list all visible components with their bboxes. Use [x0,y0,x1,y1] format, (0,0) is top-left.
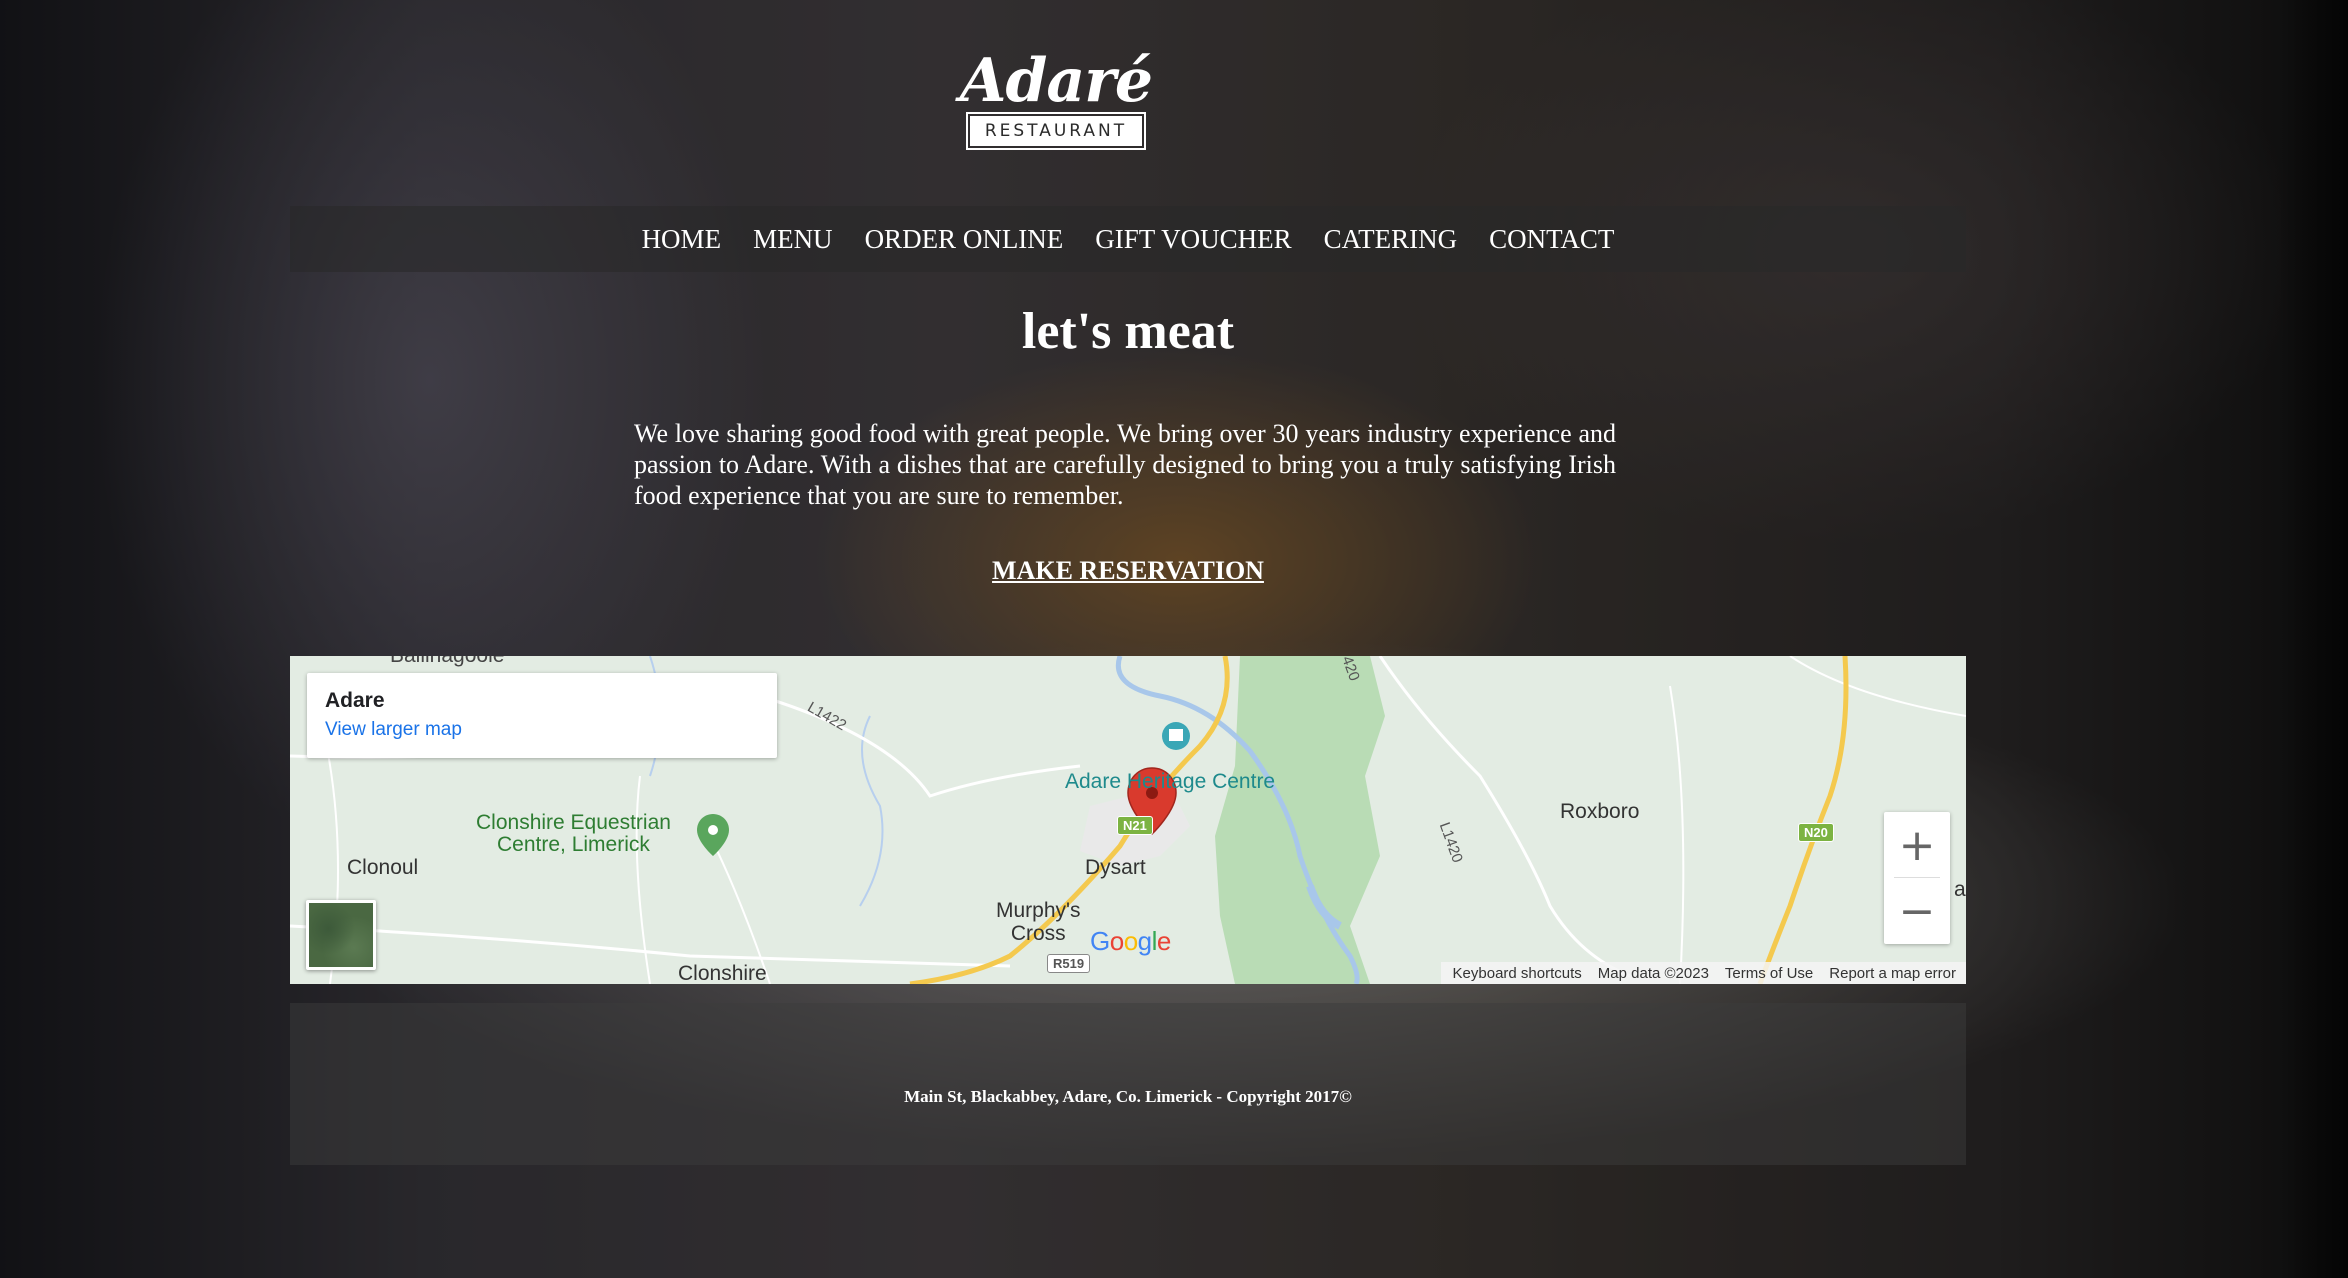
footer-address-copyright: Main St, Blackabbey, Adare, Co. Limerick… [904,1087,1352,1106]
map-label-heritage-centre[interactable]: Adare Heritage Centre [1065,770,1275,794]
satellite-toggle-thumbnail[interactable] [306,900,376,970]
road-shield-n21: N21 [1117,816,1153,835]
map-label-clonshire: Clonshire [678,962,767,984]
nav-catering[interactable]: CATERING [1324,224,1458,255]
logo-subtitle: RESTAURANT [965,112,1147,150]
map-label-murphys-line1: Murphy's [996,899,1081,922]
map-label-equestrian-line2: Centre, Limerick [497,833,650,856]
nav-home[interactable]: HOME [642,224,722,255]
map-attribution-bar: Keyboard shortcuts Map data ©2023 Terms … [1440,962,1966,984]
map-place-card: Adare View larger map [307,673,777,758]
report-map-error-link[interactable]: Report a map error [1823,965,1966,982]
map-label-roxboro: Roxboro [1560,800,1640,823]
google-logo: Google [1090,926,1171,957]
road-shield-n20: N20 [1798,823,1834,842]
google-logo-letter: o [1123,926,1138,956]
map-label-equestrian-centre[interactable]: Clonshire Equestrian Centre, Limerick [476,812,671,856]
map-label-equestrian-line1: Clonshire Equestrian [476,811,671,834]
keyboard-shortcuts-link[interactable]: Keyboard shortcuts [1447,965,1592,982]
restaurant-logo[interactable]: Adaré RESTAURANT [945,46,1167,150]
google-logo-letter: G [1090,926,1110,956]
site-footer: Main St, Blackabbey, Adare, Co. Limerick… [290,1003,1966,1165]
terms-of-use-link[interactable]: Terms of Use [1719,965,1823,982]
nav-menu[interactable]: MENU [753,224,833,255]
map-label-clonoul: Clonoul [347,856,419,879]
nav-order-online[interactable]: ORDER ONLINE [865,224,1064,255]
nav-contact[interactable]: CONTACT [1489,224,1614,255]
background-edge-shade [2278,0,2348,1278]
map-label-murphys-line2: Cross [1010,922,1066,945]
page-headline: let's meat [1021,303,1235,360]
main-nav: HOME MENU ORDER ONLINE GIFT VOUCHER CATE… [290,206,1966,272]
map-place-title: Adare [325,689,385,712]
map-label-right-partial: a [1954,878,1966,901]
google-logo-letter: e [1156,926,1171,956]
google-logo-letter: g [1137,926,1152,956]
logo-script-text: Adaré [959,46,1153,116]
view-larger-map-link[interactable]: View larger map [325,719,462,741]
zoom-out-button[interactable]: − [1884,878,1950,944]
nav-gift-voucher[interactable]: GIFT VOUCHER [1095,224,1291,255]
map-label-top-partial: Ballinagoole [390,656,504,668]
embedded-map[interactable]: Ballinagoole Adare View larger map L1422… [290,656,1966,984]
road-shield-r519: R519 [1047,954,1091,973]
map-zoom-controls: + − [1884,812,1950,944]
make-reservation-link[interactable]: MAKE RESERVATION [0,556,2256,586]
intro-paragraph: We love sharing good food with great peo… [634,419,1616,510]
map-data-credit: Map data ©2023 [1597,964,1709,982]
google-logo-letter: o [1109,926,1124,956]
map-label-dysart: Dysart [1085,856,1146,879]
map-label-murphys-cross: Murphy's Cross [996,899,1081,945]
zoom-in-button[interactable]: + [1884,812,1950,878]
